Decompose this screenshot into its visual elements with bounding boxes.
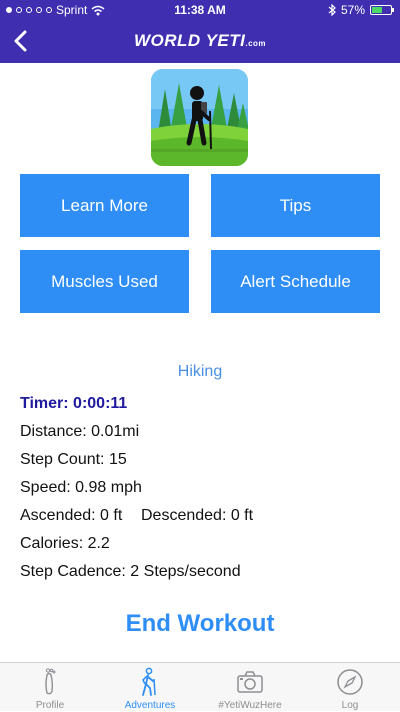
distance-readout: Distance: 0.01mi [20, 423, 140, 440]
tab-label: Log [341, 700, 359, 711]
tips-button[interactable]: Tips [211, 174, 380, 237]
learn-more-button[interactable]: Learn More [20, 174, 189, 237]
tab-log[interactable]: Log [300, 667, 400, 712]
alert-schedule-button[interactable]: Alert Schedule [211, 250, 380, 313]
hiking-activity-image [151, 69, 248, 166]
step-cadence-readout: Step Cadence: 2 Steps/second [20, 563, 241, 580]
hiker-illustration [151, 69, 248, 166]
battery-icon [370, 5, 394, 15]
battery-percent: 57% [340, 3, 365, 17]
footprint-icon [45, 668, 56, 695]
timer-readout: Timer: 0:00:11 [20, 395, 128, 412]
status-right: 57% [328, 3, 394, 17]
tab-yetiwuzhere[interactable]: #YetiWuzHere [200, 667, 300, 712]
muscles-used-button[interactable]: Muscles Used [20, 250, 189, 313]
tab-bar: Profile Adventures #YetiWuzHere Log [0, 662, 400, 711]
tab-label: Profile [35, 700, 65, 711]
world-yeti-logo: WORLD YETI.com [0, 31, 400, 51]
tab-adventures[interactable]: Adventures [100, 667, 200, 712]
compass-icon [337, 669, 363, 695]
status-bar: Sprint 11:38 AM 57% [0, 0, 400, 20]
camera-icon [237, 671, 263, 693]
end-workout-button[interactable]: End Workout [0, 610, 400, 638]
nav-bar: WORLD YETI.com [0, 20, 400, 63]
tab-label: Adventures [124, 700, 176, 711]
logo-text: WORLD YETI [133, 31, 246, 50]
speed-readout: Speed: 0.98 mph [20, 479, 142, 496]
step-count-readout: Step Count: 15 [20, 451, 127, 468]
bluetooth-icon [328, 4, 336, 16]
tab-profile[interactable]: Profile [0, 667, 100, 712]
tab-label: #YetiWuzHere [218, 700, 282, 711]
calories-readout: Calories: 2.2 [20, 535, 110, 552]
ascended-readout: Ascended: 0 ft [20, 507, 123, 524]
logo-suffix: .com [245, 39, 267, 48]
hiker-icon [142, 667, 156, 696]
descended-readout: Descended: 0 ft [141, 507, 254, 524]
activity-title: Hiking [177, 363, 223, 380]
